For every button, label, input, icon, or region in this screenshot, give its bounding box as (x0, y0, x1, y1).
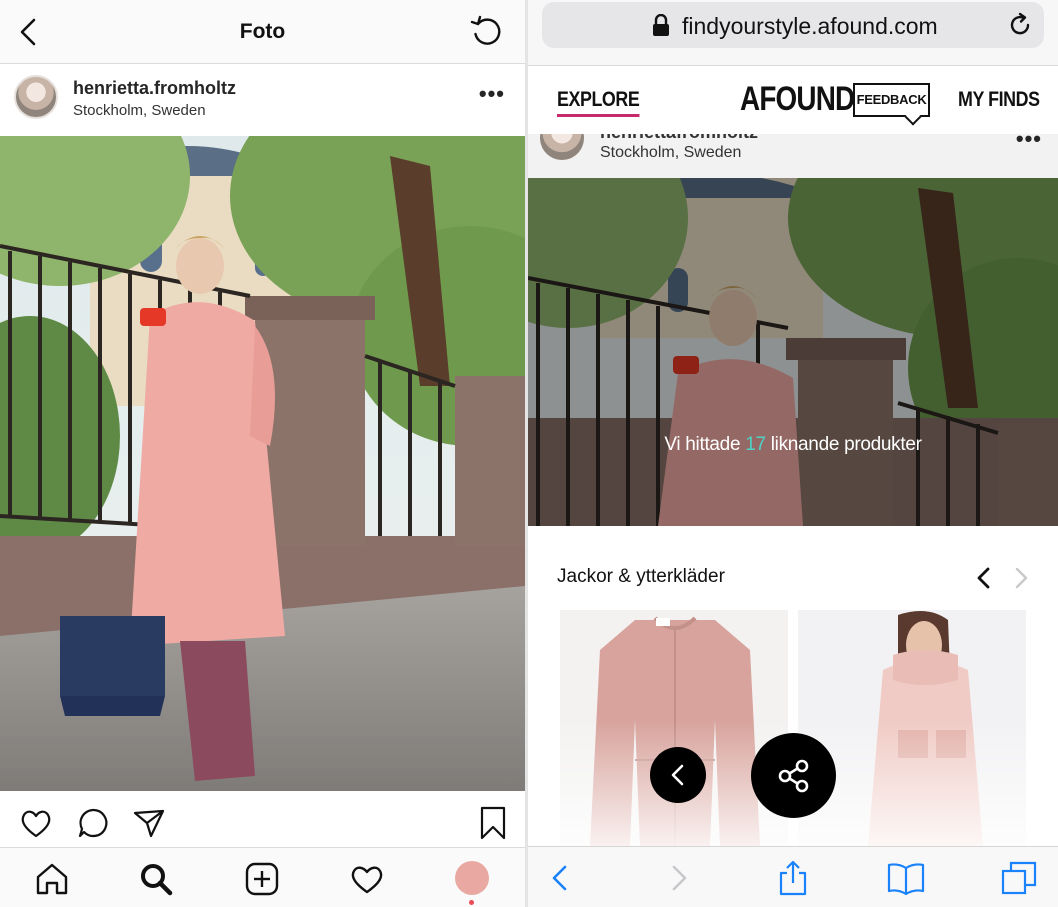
result-count: 17 (745, 434, 766, 455)
post-photo[interactable] (0, 136, 525, 791)
browser-top-bar: findyourstyle.afound.com (528, 0, 1058, 66)
comment-icon[interactable] (75, 805, 111, 841)
page-title: Foto (239, 20, 286, 43)
analyzed-photo: Vi hittade 17 liknande produkter (528, 178, 1058, 526)
profile-tab-avatar[interactable] (455, 861, 489, 895)
embedded-username: henriettafromholtz (600, 134, 758, 143)
bookmark-icon[interactable] (475, 805, 511, 841)
instagram-screen: Foto henrietta.fromholtz Stockholm, Swed… (0, 0, 525, 907)
address-bar[interactable]: findyourstyle.afound.com (542, 2, 1044, 48)
result-suffix: liknande produkter (765, 434, 922, 455)
photo-dim-overlay (528, 178, 1058, 526)
instagram-tab-bar (0, 847, 525, 907)
home-icon[interactable] (33, 860, 71, 898)
avatar[interactable] (14, 75, 58, 119)
feedback-button[interactable]: FEEDBACK (853, 83, 930, 117)
back-chevron-icon (671, 764, 684, 786)
share-icon (778, 759, 809, 793)
site-navigation: EXPLORE AFOUND FEEDBACK MY FINDS (528, 66, 1058, 134)
back-button[interactable] (650, 747, 706, 803)
more-options-icon: ••• (1015, 134, 1042, 151)
heart-icon[interactable] (18, 805, 54, 841)
post-actions (0, 795, 525, 847)
embedded-post-header: henriettafromholtz Stockholm, Sweden ••• (528, 134, 1058, 178)
result-count-text: Vi hittade 17 liknande produkter (528, 434, 1058, 456)
notification-dot (469, 900, 474, 905)
url-text: findyourstyle.afound.com (682, 13, 938, 39)
browser-forward-icon[interactable] (659, 859, 699, 897)
share-sheet-icon[interactable] (773, 859, 813, 897)
avatar (540, 134, 584, 160)
activity-heart-icon[interactable] (348, 860, 386, 898)
browser-toolbar (528, 846, 1058, 907)
share-button[interactable] (751, 733, 836, 818)
share-send-icon[interactable] (131, 805, 167, 841)
author-username[interactable]: henrietta.fromholtz (73, 78, 236, 99)
bookmarks-book-icon[interactable] (886, 859, 926, 897)
carousel-prev-icon[interactable] (973, 566, 995, 590)
search-icon[interactable] (137, 860, 175, 898)
post-location[interactable]: Stockholm, Sweden (73, 102, 206, 119)
new-post-icon[interactable] (243, 860, 281, 898)
section-title: Jackor & ytterkläder (557, 566, 725, 587)
nav-my-finds-link[interactable]: MY FINDS (958, 88, 1040, 112)
reload-icon[interactable] (1006, 11, 1034, 39)
street-fashion-photo (0, 136, 525, 791)
carousel-next-icon[interactable] (1010, 566, 1032, 590)
refresh-icon[interactable] (469, 14, 505, 50)
brand-logo[interactable]: AFOUND (740, 80, 855, 119)
result-prefix: Vi hittade (664, 434, 746, 455)
nav-explore-link[interactable]: EXPLORE (557, 88, 640, 117)
browser-back-icon[interactable] (540, 859, 580, 897)
instagram-header: Foto (0, 0, 525, 64)
lock-icon (653, 14, 669, 36)
embedded-location: Stockholm, Sweden (600, 144, 742, 161)
post-author-row: henrietta.fromholtz Stockholm, Sweden ••… (0, 64, 525, 136)
tabs-icon[interactable] (999, 859, 1039, 897)
more-options-icon[interactable]: ••• (479, 81, 505, 107)
browser-screen: findyourstyle.afound.com EXPLORE AFOUND … (528, 0, 1058, 907)
